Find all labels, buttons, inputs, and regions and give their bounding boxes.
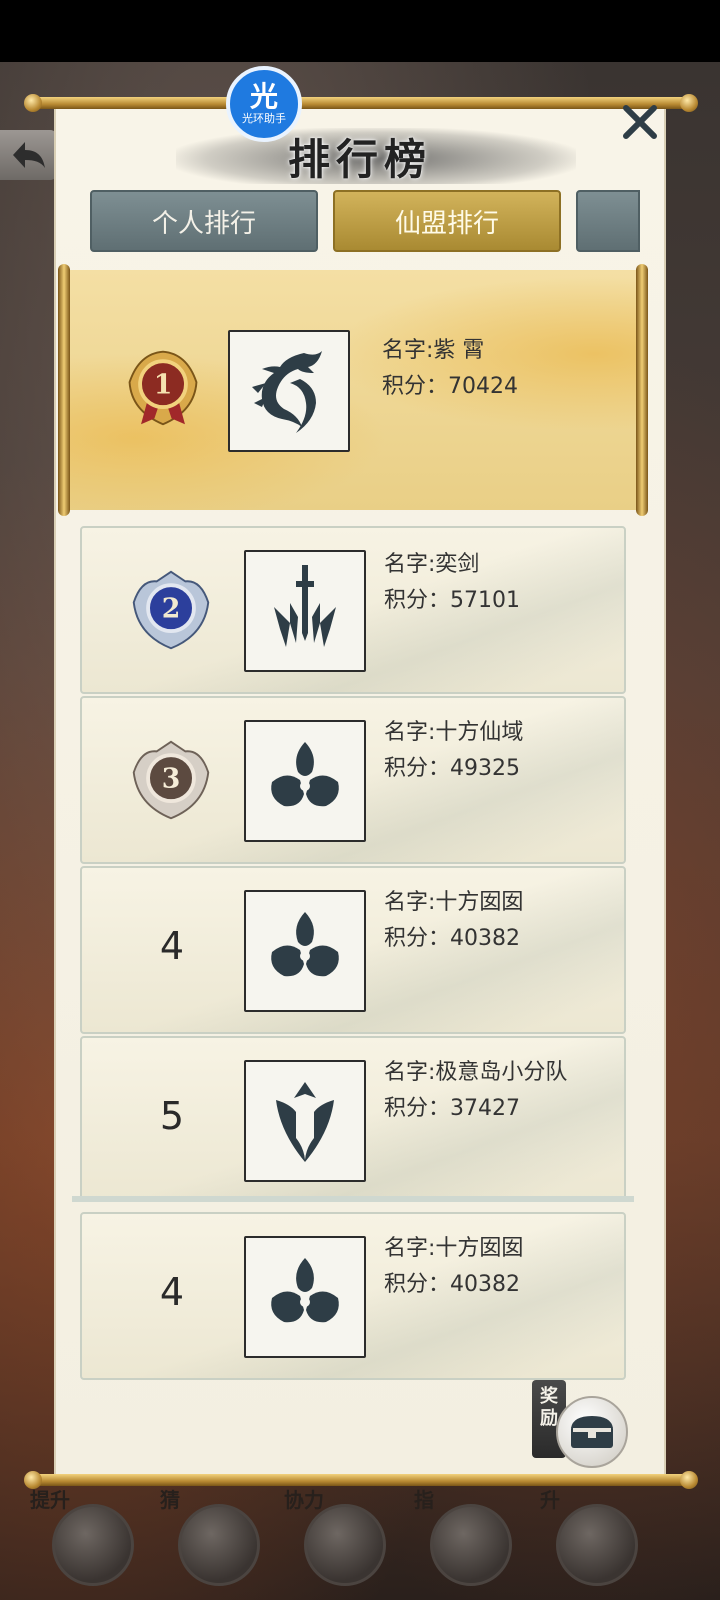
scroll-rod-bottom (24, 1471, 698, 1489)
alliance-name: 名字:十方仙域 (384, 720, 524, 745)
badge-main-text: 光 (249, 80, 278, 113)
close-icon (623, 105, 657, 139)
alliance-emblem (244, 550, 366, 672)
assistant-badge[interactable]: 光 光环助手 (226, 66, 302, 142)
alliance-score: 积分：70424 (382, 374, 518, 399)
rank-medal-number: 1 (154, 370, 173, 401)
scroll-rod-top (24, 94, 698, 112)
background-bottom-bar: 提升 猜 协力 指 升 (0, 1488, 720, 1600)
rank-medal-blue: 2 (128, 568, 214, 654)
bg-banner-icon (52, 1504, 134, 1586)
list-divider (72, 1196, 634, 1202)
bg-label: 协力 (284, 1488, 324, 1512)
alliance-score: 积分：49325 (384, 756, 520, 781)
bg-label: 升 (540, 1488, 560, 1512)
rank-medal-number: 3 (162, 764, 181, 795)
bg-label: 猜 (160, 1488, 180, 1512)
ranking-list[interactable]: 1 名字:紫 霄 积分：70424 2 名字:奕剑 积分：57101 3 名字:… (54, 262, 666, 1202)
close-button[interactable] (618, 100, 662, 144)
bg-chest-icon (304, 1504, 386, 1586)
rank-medal-number: 2 (162, 594, 181, 625)
rank-medal-gold: 1 (120, 344, 206, 430)
alliance-score: 积分：40382 (384, 1272, 520, 1297)
alliance-score: 积分：37427 (384, 1096, 520, 1121)
trefoil-icon (271, 742, 339, 807)
tab-alliance-ranking[interactable]: 仙盟排行 (333, 190, 561, 252)
alliance-emblem (244, 1060, 366, 1182)
alliance-name: 名字:十方囡囡 (384, 1236, 524, 1261)
my-alliance-row[interactable]: 4 名字:十方囡囡 积分：40382 (80, 1212, 626, 1380)
sword-icon (274, 565, 336, 647)
reward-chest-button[interactable] (556, 1396, 628, 1468)
ranking-row-2[interactable]: 2 名字:奕剑 积分：57101 (80, 526, 626, 694)
status-bar (0, 0, 720, 62)
trefoil-icon (271, 1258, 339, 1323)
bg-book-icon (430, 1504, 512, 1586)
alliance-name: 名字:十方囡囡 (384, 890, 524, 915)
alliance-name: 名字:紫 霄 (382, 338, 485, 363)
alliance-name: 名字:奕剑 (384, 552, 480, 577)
back-button[interactable] (0, 130, 58, 180)
tab-personal-ranking[interactable]: 个人排行 (90, 190, 318, 252)
tab-partial[interactable] (576, 190, 640, 252)
rank-number: 5 (159, 1094, 185, 1138)
crest-icon (276, 1082, 334, 1162)
rank-medal-bronze: 3 (128, 738, 214, 824)
rank-number: 4 (159, 1270, 185, 1314)
bg-dice-icon (178, 1504, 260, 1586)
ranking-row-5[interactable]: 5 名字:极意岛小分队 积分：37427 (80, 1036, 626, 1202)
alliance-emblem (244, 1236, 366, 1358)
bg-label: 指 (414, 1488, 434, 1512)
alliance-emblem (228, 330, 350, 452)
alliance-emblem (244, 720, 366, 842)
badge-sub-text: 光环助手 (239, 112, 289, 126)
alliance-name: 名字:极意岛小分队 (384, 1060, 568, 1085)
rank-number: 4 (159, 924, 185, 968)
treasure-chest-icon (571, 1416, 613, 1448)
ranking-row-1[interactable]: 1 名字:紫 霄 积分：70424 (58, 264, 648, 516)
reward-button[interactable]: 奖励 (532, 1380, 632, 1470)
alliance-emblem (244, 890, 366, 1012)
trefoil-icon (271, 912, 339, 977)
ranking-row-4[interactable]: 4 名字:十方囡囡 积分：40382 (80, 866, 626, 1034)
ranking-row-3[interactable]: 3 名字:十方仙域 积分：49325 (80, 696, 626, 864)
back-arrow-icon (13, 142, 45, 168)
dragon-icon (252, 351, 322, 433)
alliance-score: 积分：40382 (384, 926, 520, 951)
bg-orb-icon (556, 1504, 638, 1586)
alliance-score: 积分：57101 (384, 588, 520, 613)
